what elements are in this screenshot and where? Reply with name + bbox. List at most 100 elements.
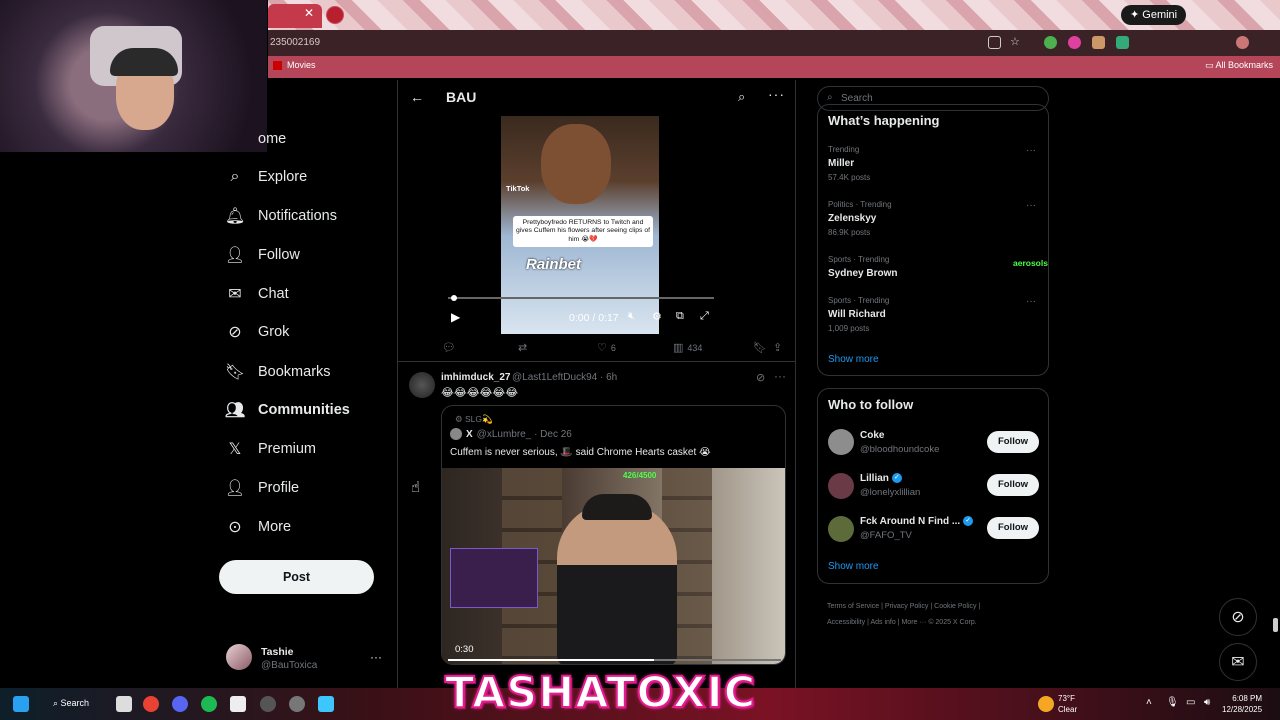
video-progress-bar[interactable]: [448, 659, 781, 661]
video-progress-bar[interactable]: [448, 295, 714, 301]
gemini-button[interactable]: ✦ Gemini: [1121, 5, 1187, 25]
show-more-link[interactable]: Show more: [828, 354, 879, 365]
extension-icon[interactable]: [1044, 36, 1057, 49]
nav-item-explore[interactable]: ⌕ Explore: [226, 165, 308, 189]
person-icon: 👤︎: [224, 480, 246, 497]
nav-item-chat[interactable]: ✉ Chat: [226, 282, 288, 306]
weather-widget[interactable]: 73°F Clear: [1058, 693, 1077, 715]
more-icon[interactable]: ···: [774, 369, 786, 383]
discord-icon[interactable]: [172, 696, 188, 712]
settings-icon[interactable]: ⚙: [652, 310, 662, 323]
trend-name[interactable]: Sydney Brown: [828, 268, 897, 279]
more-icon[interactable]: ···: [768, 86, 785, 102]
nav-item-more[interactable]: ⊙ More: [226, 515, 291, 539]
trend-name[interactable]: Zelenskyy: [828, 213, 876, 224]
follow-button[interactable]: Follow: [987, 431, 1039, 453]
quoted-tweet[interactable]: ⚙ SLG💫 X @xLumbre_ · Dec 26 Cuffem is ne…: [441, 405, 786, 665]
screen: ✕ ✦ Gemini 235002169 ☆ Movies ▭ All Book…: [0, 0, 1280, 720]
grok-icon[interactable]: ⊘: [756, 371, 765, 384]
bookmark-button[interactable]: 🔖︎: [753, 341, 767, 354]
avatar[interactable]: [828, 516, 854, 542]
trend-name[interactable]: Miller: [828, 158, 854, 169]
all-bookmarks[interactable]: ▭ All Bookmarks: [1205, 60, 1273, 71]
spotify-icon[interactable]: [201, 696, 217, 712]
chrome-icon[interactable]: [143, 696, 159, 712]
reply-button[interactable]: 💬︎: [442, 341, 460, 354]
more-icon[interactable]: ···: [1026, 145, 1036, 156]
obs-icon[interactable]: [260, 696, 276, 712]
clock[interactable]: 6:08 PM 12/28/2025: [1222, 693, 1262, 715]
more-icon[interactable]: ···: [370, 650, 382, 664]
video-player[interactable]: TikTok Prettyboyfredo RETURNS to Twitch …: [442, 116, 720, 334]
share-button[interactable]: ⇪: [773, 341, 782, 354]
app-icon[interactable]: [230, 696, 246, 712]
more-icon[interactable]: ···: [1026, 296, 1036, 307]
follow-account-name[interactable]: Coke: [860, 430, 884, 441]
video-scrubber[interactable]: [451, 295, 457, 301]
quote-video-player[interactable]: 426/4500 0:30: [442, 468, 785, 664]
search-icon[interactable]: ⌕: [738, 89, 745, 105]
profile-avatar-icon[interactable]: [1236, 36, 1249, 49]
tab-close-icon[interactable]: ✕: [304, 6, 314, 20]
nav-item-bookmarks[interactable]: 🔖︎ Bookmarks: [225, 360, 331, 384]
tweet-author-handle[interactable]: @Last1LeftDuck94 · 6h: [512, 372, 617, 383]
nav-item-communities[interactable]: 👥︎ Communities: [225, 398, 350, 422]
mute-icon[interactable]: 🔇︎: [628, 310, 635, 323]
nav-item-home[interactable]: ome: [226, 127, 286, 151]
views-button[interactable]: ▥ 434: [673, 341, 702, 354]
footer-link[interactable]: Ads info: [870, 619, 895, 626]
follow-button[interactable]: Follow: [987, 474, 1039, 496]
play-icon[interactable]: ▶: [451, 310, 460, 324]
new-tab-button[interactable]: [326, 6, 344, 24]
follow-account-name[interactable]: Fck Around N Find ... ✓: [860, 516, 974, 527]
more-icon[interactable]: ···: [1026, 200, 1036, 211]
bookmark-movies[interactable]: Movies: [273, 60, 316, 71]
scrollbar[interactable]: [1273, 618, 1278, 632]
install-icon[interactable]: [988, 36, 1001, 49]
trend-name[interactable]: Will Richard: [828, 309, 886, 320]
footer-link[interactable]: Terms of Service: [827, 603, 879, 610]
follow-account-name-text: Fck Around N Find ...: [860, 516, 961, 527]
mic-icon[interactable]: 🎙︎: [1166, 697, 1179, 708]
nav-item-premium[interactable]: 𝕏 Premium: [226, 437, 316, 461]
post-button[interactable]: Post: [219, 560, 374, 594]
taskbar-search[interactable]: ⌕ Search: [53, 698, 89, 709]
like-button[interactable]: ♡ 6: [597, 341, 616, 354]
avatar[interactable]: [828, 473, 854, 499]
account-switcher[interactable]: Tashie @BauToxica ···: [226, 644, 386, 674]
grok-float-button[interactable]: ⊘: [1219, 598, 1257, 636]
follow-button[interactable]: Follow: [987, 517, 1039, 539]
star-icon[interactable]: ☆: [1010, 35, 1023, 48]
repost-button[interactable]: ⇄: [518, 341, 531, 354]
extension-icon[interactable]: [1092, 36, 1105, 49]
avatar[interactable]: [828, 429, 854, 455]
app-icon[interactable]: [318, 696, 334, 712]
footer-link[interactable]: Privacy Policy: [885, 603, 929, 610]
nav-item-follow[interactable]: 👤︎ Follow: [225, 243, 300, 267]
footer-link[interactable]: Accessibility: [827, 619, 865, 626]
chevron-up-icon[interactable]: ˄: [1146, 697, 1152, 708]
footer-link[interactable]: More ···: [901, 619, 926, 626]
follow-account-name[interactable]: Lillian ✓: [860, 473, 902, 484]
url-text[interactable]: 235002169: [270, 37, 320, 48]
file-explorer-icon[interactable]: [116, 696, 132, 712]
fullscreen-icon[interactable]: ⤢: [700, 310, 709, 323]
avatar[interactable]: [409, 372, 435, 398]
nav-item-grok[interactable]: ⊘ Grok: [226, 320, 289, 344]
app-icon[interactable]: [289, 696, 305, 712]
extension-icon[interactable]: [1068, 36, 1081, 49]
verified-icon: ✓: [963, 516, 974, 527]
volume-icon[interactable]: 🔊︎: [1204, 697, 1210, 708]
messages-float-button[interactable]: ✉: [1219, 643, 1257, 681]
show-more-link[interactable]: Show more: [828, 561, 879, 572]
network-icon[interactable]: ▭: [1186, 697, 1195, 708]
tweet-author-name[interactable]: imhimduck_27: [441, 372, 510, 383]
nav-item-notifications[interactable]: 🔔︎ Notifications: [225, 204, 337, 228]
back-arrow-icon[interactable]: ←: [410, 89, 424, 105]
nav-item-profile[interactable]: 👤︎ Profile: [224, 476, 299, 500]
extension-icon[interactable]: [1116, 36, 1129, 49]
pip-icon[interactable]: ⧉: [676, 310, 684, 323]
weather-icon[interactable]: [1038, 696, 1054, 712]
footer-link[interactable]: Cookie Policy: [934, 603, 976, 610]
windows-start-icon[interactable]: [13, 696, 29, 712]
